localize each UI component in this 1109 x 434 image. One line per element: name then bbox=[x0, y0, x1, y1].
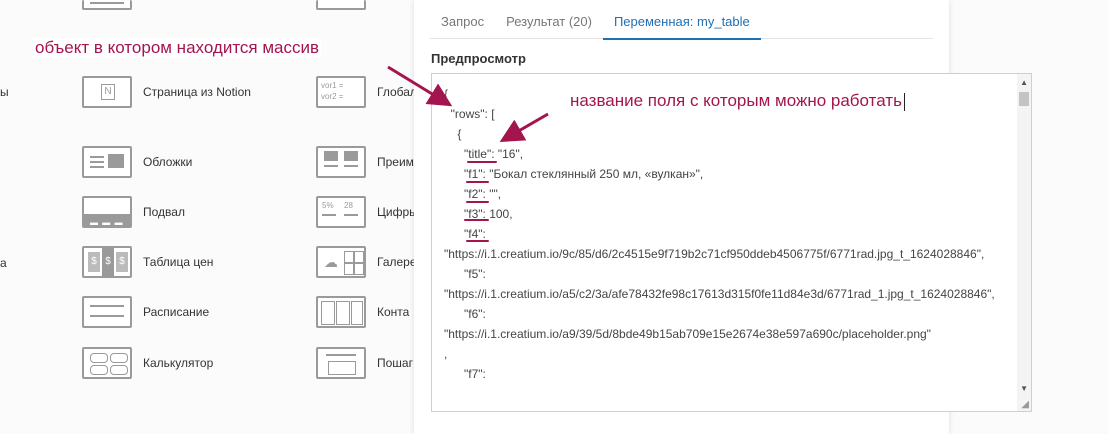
block-label: Цифры bbox=[377, 205, 418, 219]
block-item-partial[interactable] bbox=[316, 0, 366, 10]
block-label: Таблица цен bbox=[143, 255, 214, 269]
block-label: Калькулятор bbox=[143, 356, 214, 370]
schedule-icon bbox=[82, 296, 132, 328]
tab-query[interactable]: Запрос bbox=[430, 0, 495, 38]
block-item-figures[interactable]: 5% 28 Цифры bbox=[316, 195, 418, 229]
block-item-notion[interactable]: N Страница из Notion bbox=[82, 75, 251, 109]
resize-handle-icon[interactable]: ◢ bbox=[1021, 399, 1029, 410]
scroll-thumb[interactable] bbox=[1019, 92, 1029, 106]
block-label: Подвал bbox=[143, 205, 185, 219]
block-item-gallery[interactable]: ☁ Галере bbox=[316, 245, 417, 279]
annotation-field-name-wrap: название поля с которым можно работать bbox=[570, 91, 905, 111]
annotation-field-name: название поля с которым можно работать bbox=[570, 91, 902, 110]
pricing-icon: $ $ $ bbox=[82, 246, 132, 278]
block-item-partial[interactable] bbox=[82, 0, 132, 10]
block-item-contacts[interactable]: Конта bbox=[316, 295, 409, 329]
block-item-steps[interactable]: Пошаг bbox=[316, 346, 413, 380]
scroll-down-icon[interactable]: ▼ bbox=[1020, 384, 1028, 393]
block-label: Преим bbox=[377, 155, 414, 169]
benefits-icon bbox=[316, 146, 366, 178]
variables-icon: vor1 = vor2 = bbox=[316, 76, 366, 108]
footer-icon: ▬ ▬ ▬ bbox=[82, 196, 132, 228]
scroll-up-icon[interactable]: ▲ bbox=[1020, 78, 1028, 87]
annotation-underline bbox=[466, 201, 489, 203]
block-label: Обложки bbox=[143, 155, 193, 169]
covers-icon bbox=[82, 146, 132, 178]
block-item-pricing[interactable]: $ $ $ Таблица цен bbox=[82, 245, 213, 279]
vertical-scrollbar[interactable]: ▲ ▼ bbox=[1017, 74, 1031, 411]
block-item-global[interactable]: vor1 = vor2 = Глобал bbox=[316, 75, 417, 109]
block-item-calculator[interactable]: Калькулятор bbox=[82, 346, 213, 380]
block-item-benefits[interactable]: Преим bbox=[316, 145, 414, 179]
gallery-icon: ☁ bbox=[316, 246, 366, 278]
text-caret bbox=[903, 92, 905, 111]
annotation-array-object: объект в котором находится массив bbox=[33, 38, 322, 58]
annotation-underline bbox=[467, 161, 497, 163]
block-item-footer[interactable]: ▬ ▬ ▬ Подвал bbox=[82, 195, 185, 229]
annotation-underline bbox=[466, 181, 489, 183]
annotation-underline bbox=[464, 219, 489, 221]
contacts-icon bbox=[316, 296, 366, 328]
panel-tabs: Запрос Результат (20) Переменная: my_tab… bbox=[430, 0, 933, 40]
block-label: Расписание bbox=[143, 305, 210, 319]
block-label: Конта bbox=[377, 305, 410, 319]
block-label: Страница из Notion bbox=[143, 85, 251, 99]
edge-text-fragment: а bbox=[0, 256, 7, 270]
annotation-underline bbox=[466, 240, 489, 242]
block-label: Глобал bbox=[377, 85, 417, 99]
tab-result[interactable]: Результат (20) bbox=[495, 0, 603, 38]
calculator-icon bbox=[82, 347, 132, 379]
block-thumb bbox=[82, 0, 132, 10]
tab-variable[interactable]: Переменная: my_table bbox=[602, 0, 761, 40]
block-item-schedule[interactable]: Расписание bbox=[82, 295, 209, 329]
block-label: Галере bbox=[377, 255, 417, 269]
steps-icon bbox=[316, 347, 366, 379]
preview-title: Предпросмотр bbox=[431, 51, 526, 66]
figures-icon: 5% 28 bbox=[316, 196, 366, 228]
block-item-covers[interactable]: Обложки bbox=[82, 145, 192, 179]
edge-text-fragment: ы bbox=[0, 85, 9, 99]
json-preview-text: { "rows": [ { "title": "16", "f1": "Бока… bbox=[444, 87, 995, 381]
block-thumb bbox=[316, 0, 366, 10]
preview-code-box[interactable]: { "rows": [ { "title": "16", "f1": "Бока… bbox=[431, 73, 1032, 412]
notion-icon: N bbox=[82, 76, 132, 108]
block-label: Пошаг bbox=[377, 356, 413, 370]
